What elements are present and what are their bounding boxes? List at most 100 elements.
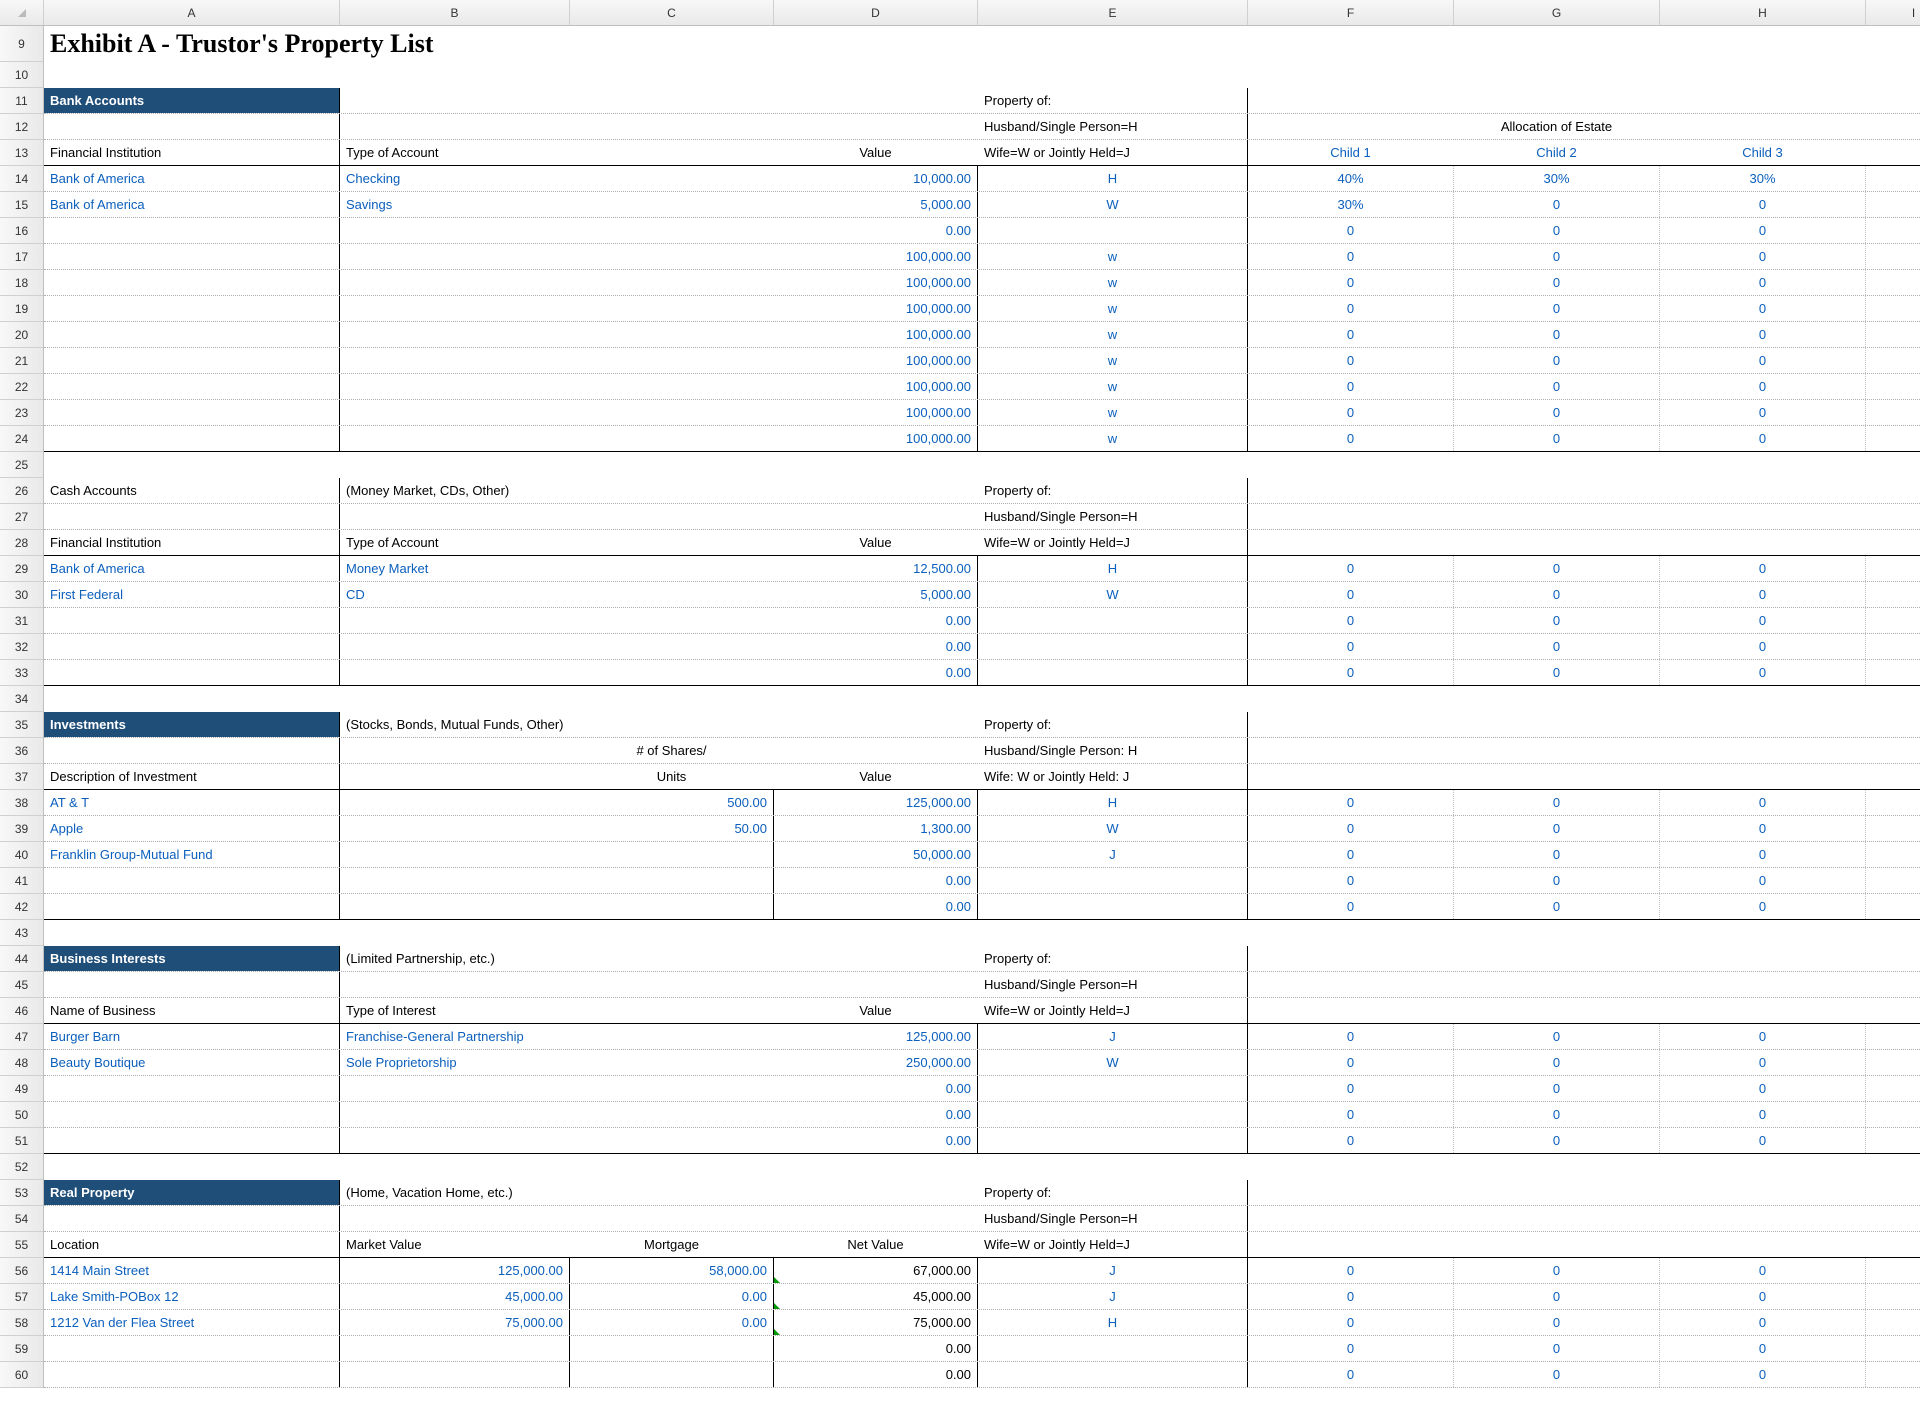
biz-child1[interactable]: 0 <box>1248 1024 1454 1049</box>
invest-child2[interactable]: 0 <box>1454 842 1660 867</box>
cell[interactable] <box>1248 452 1454 477</box>
invest-shares[interactable]: 50.00 <box>570 816 774 841</box>
invest-description[interactable]: Apple <box>44 816 340 841</box>
real-child3[interactable]: 0 <box>1660 1284 1866 1309</box>
property-hint-1[interactable]: Husband/Single Person=H <box>978 972 1248 997</box>
biz-total-pct[interactable]: 0% <box>1866 1050 1920 1075</box>
bank-property-of[interactable]: w <box>978 374 1248 399</box>
real-market-value[interactable]: 75,000.00 <box>340 1310 570 1335</box>
row-header-22[interactable]: 22 <box>0 374 43 400</box>
cell[interactable] <box>44 686 340 711</box>
row-header-34[interactable]: 34 <box>0 686 43 712</box>
cell[interactable] <box>340 842 570 867</box>
row-header-41[interactable]: 41 <box>0 868 43 894</box>
bank-child1[interactable]: 0 <box>1248 374 1454 399</box>
row-header-58[interactable]: 58 <box>0 1310 43 1336</box>
property-of-label[interactable]: Property of: <box>978 1180 1248 1205</box>
biz-child2[interactable]: 0 <box>1454 1076 1660 1101</box>
biz-property-of[interactable]: W <box>978 1050 1248 1075</box>
bank-total-pct[interactable]: 0% <box>1866 374 1920 399</box>
real-child1[interactable]: 0 <box>1248 1362 1454 1387</box>
cash-institution[interactable] <box>44 634 340 659</box>
cell[interactable] <box>570 530 774 555</box>
cell[interactable] <box>1248 686 1454 711</box>
real-child1[interactable]: 0 <box>1248 1258 1454 1283</box>
biz-child1[interactable]: 0 <box>1248 1076 1454 1101</box>
bank-child1[interactable]: 0 <box>1248 426 1454 451</box>
cash-child1[interactable]: 0 <box>1248 634 1454 659</box>
cash-col-type[interactable]: Type of Account <box>340 530 570 555</box>
invest-child1[interactable]: 0 <box>1248 842 1454 867</box>
cell[interactable] <box>570 634 774 659</box>
cell[interactable] <box>1660 62 1866 87</box>
cell[interactable] <box>570 166 774 191</box>
bank-child1[interactable]: 0 <box>1248 218 1454 243</box>
real-total-pct[interactable]: 0% <box>1866 1336 1920 1361</box>
bank-institution[interactable]: Bank of America <box>44 166 340 191</box>
bank-property-of[interactable]: w <box>978 400 1248 425</box>
biz-name[interactable]: Burger Barn <box>44 1024 340 1049</box>
biz-name[interactable] <box>44 1128 340 1153</box>
bank-property-of[interactable]: W <box>978 192 1248 217</box>
cell[interactable] <box>570 348 774 373</box>
real-net-value[interactable]: 75,000.00 <box>774 1310 978 1335</box>
bank-property-of[interactable]: w <box>978 244 1248 269</box>
invest-value[interactable]: 1,300.00 <box>774 816 978 841</box>
cell[interactable] <box>1454 452 1660 477</box>
cash-total-pct[interactable]: 0% <box>1866 608 1920 633</box>
cell[interactable] <box>570 946 774 971</box>
cell[interactable] <box>1248 504 1454 529</box>
bank-total-pct[interactable]: 30% <box>1866 192 1920 217</box>
bank-total-pct[interactable]: 100% <box>1866 166 1920 191</box>
bank-child2[interactable]: 0 <box>1454 270 1660 295</box>
bank-value[interactable]: 100,000.00 <box>774 270 978 295</box>
row-header-56[interactable]: 56 <box>0 1258 43 1284</box>
cell[interactable] <box>1866 998 1920 1023</box>
real-total-pct[interactable]: 0% <box>1866 1258 1920 1283</box>
cell[interactable] <box>570 114 774 139</box>
row-header-21[interactable]: 21 <box>0 348 43 374</box>
bank-value[interactable]: 100,000.00 <box>774 244 978 269</box>
biz-child3[interactable]: 0 <box>1660 1128 1866 1153</box>
real-total-pct[interactable]: 0% <box>1866 1284 1920 1309</box>
row-header-39[interactable]: 39 <box>0 816 43 842</box>
bank-child3[interactable]: 0 <box>1660 322 1866 347</box>
row-header-12[interactable]: 12 <box>0 114 43 140</box>
bank-account-type[interactable]: Savings <box>340 192 570 217</box>
row-header-35[interactable]: 35 <box>0 712 43 738</box>
invest-child1[interactable]: 0 <box>1248 868 1454 893</box>
bank-institution[interactable] <box>44 322 340 347</box>
cell[interactable] <box>1660 946 1866 971</box>
real-property-of[interactable]: H <box>978 1310 1248 1335</box>
cell[interactable] <box>340 504 570 529</box>
row-header-26[interactable]: 26 <box>0 478 43 504</box>
bank-child1[interactable]: 0 <box>1248 296 1454 321</box>
row-header-37[interactable]: 37 <box>0 764 43 790</box>
row-header-29[interactable]: 29 <box>0 556 43 582</box>
section-header-business[interactable]: Business Interests <box>44 946 340 971</box>
row-header-33[interactable]: 33 <box>0 660 43 686</box>
cell[interactable] <box>1660 920 1866 945</box>
row-header-46[interactable]: 46 <box>0 998 43 1024</box>
bank-institution[interactable] <box>44 374 340 399</box>
cell[interactable] <box>774 88 978 113</box>
cell[interactable] <box>1454 478 1660 503</box>
biz-child2[interactable]: 0 <box>1454 1024 1660 1049</box>
cell[interactable] <box>774 62 978 87</box>
invest-shares[interactable] <box>570 894 774 919</box>
real-property-of[interactable] <box>978 1336 1248 1361</box>
real-location[interactable]: Lake Smith-POBox 12 <box>44 1284 340 1309</box>
cell[interactable] <box>570 686 774 711</box>
bank-child2[interactable]: 0 <box>1454 218 1660 243</box>
col-header-C[interactable]: C <box>570 0 774 25</box>
cell[interactable] <box>340 1154 570 1179</box>
cell[interactable] <box>1866 1154 1920 1179</box>
cell[interactable] <box>774 738 978 763</box>
biz-subtitle[interactable]: (Limited Partnership, etc.) <box>340 946 570 971</box>
invest-total-pct[interactable]: 0% <box>1866 842 1920 867</box>
bank-child1[interactable]: 0 <box>1248 270 1454 295</box>
bank-child2[interactable]: 30% <box>1454 166 1660 191</box>
biz-type[interactable] <box>340 1128 570 1153</box>
real-market-value[interactable] <box>340 1336 570 1361</box>
cash-total-pct[interactable]: 0% <box>1866 582 1920 607</box>
